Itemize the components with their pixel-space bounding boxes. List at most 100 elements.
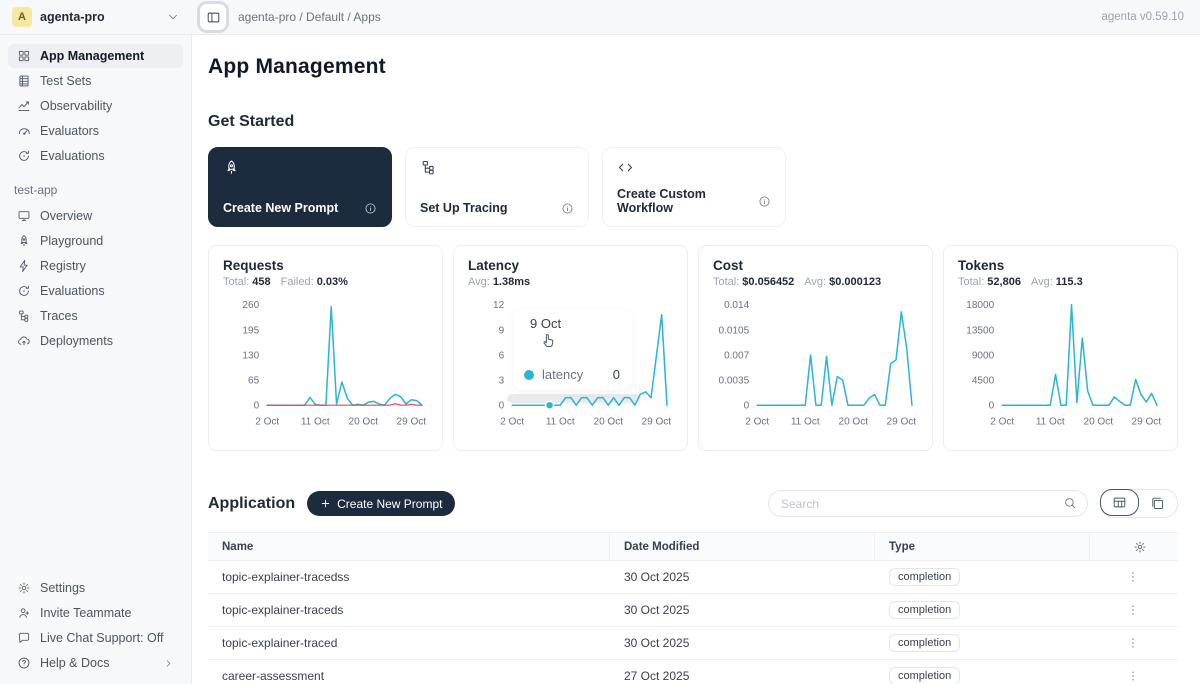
svg-text:12: 12	[493, 300, 505, 311]
table-header: Name Date Modified Type	[208, 532, 1178, 561]
svg-text:0.007: 0.007	[724, 350, 750, 361]
tokens-chart[interactable]: 04500900013500180002 Oct11 Oct20 Oct29 O…	[958, 292, 1163, 434]
sidebar-item-overview[interactable]: Overview	[8, 204, 183, 228]
stat-value: 1.38ms	[493, 276, 530, 288]
column-header-date-modified[interactable]: Date Modified	[610, 533, 875, 560]
sidebar-toggle-button[interactable]	[200, 4, 226, 30]
card-view-button[interactable]	[1138, 490, 1177, 517]
table-row[interactable]: topic-explainer-tracedss30 Oct 2025compl…	[208, 561, 1178, 594]
workspace-switcher[interactable]: A agenta-pro	[0, 0, 192, 34]
rocket-icon	[17, 234, 31, 248]
svg-text:4500: 4500	[972, 376, 995, 387]
table-row[interactable]: career-assessment27 Oct 2025completion	[208, 660, 1178, 684]
stat-label: Avg:	[1031, 276, 1053, 288]
chevron-right-icon	[163, 658, 174, 669]
table-body: topic-explainer-tracedss30 Oct 2025compl…	[208, 561, 1178, 684]
stat-value: $0.056452	[742, 276, 794, 288]
svg-text:20 Oct: 20 Oct	[348, 416, 378, 427]
chat-icon	[17, 631, 31, 645]
create-new-prompt-button[interactable]: Create New Prompt	[307, 491, 455, 516]
sidebar-bottom-nav: SettingsInvite TeammateLive Chat Support…	[8, 575, 183, 676]
get-started-cards: Create New Prompt Set Up Tracing Create …	[208, 147, 1178, 227]
kebab-menu-icon[interactable]	[1090, 570, 1176, 584]
breadcrumb[interactable]: agenta-pro / Default / Apps	[238, 10, 381, 24]
sidebar-item-help-docs[interactable]: Help & Docs	[8, 651, 183, 675]
app-name: topic-explainer-traced	[208, 636, 610, 650]
table-view-button[interactable]	[1100, 489, 1139, 516]
plus-icon	[320, 498, 331, 509]
sidebar-item-registry[interactable]: Registry	[8, 254, 183, 278]
svg-text:20 Oct: 20 Oct	[1083, 416, 1113, 427]
sidebar-item-evaluations[interactable]: Evaluations	[8, 144, 183, 168]
sidebar-item-evaluations[interactable]: Evaluations	[8, 279, 183, 303]
metric-stats: Total:458Failed:0.03%	[223, 276, 428, 288]
card-label: Create New Prompt	[223, 201, 338, 215]
sidebar: App ManagementTest SetsObservabilityEval…	[0, 35, 192, 684]
view-toggle	[1100, 489, 1178, 518]
kebab-menu-icon[interactable]	[1090, 636, 1176, 650]
svg-text:11 Oct: 11 Oct	[1036, 416, 1065, 427]
search-input[interactable]	[768, 490, 1088, 517]
monitor-icon	[17, 209, 31, 223]
create-new-prompt-card[interactable]: Create New Prompt	[208, 147, 392, 227]
svg-text:2 Oct: 2 Oct	[255, 416, 279, 427]
create-custom-workflow-card[interactable]: Create Custom Workflow	[602, 147, 786, 227]
svg-text:195: 195	[242, 325, 259, 336]
sidebar-item-evaluators[interactable]: Evaluators	[8, 119, 183, 143]
sidebar-item-label: Registry	[40, 259, 86, 273]
info-icon[interactable]	[364, 202, 377, 215]
info-icon[interactable]	[561, 202, 574, 215]
workspace-avatar: A	[12, 7, 32, 27]
sidebar-item-test-sets[interactable]: Test Sets	[8, 69, 183, 93]
sidebar-item-invite-teammate[interactable]: Invite Teammate	[8, 601, 183, 625]
requests-chart[interactable]: 0651301952602 Oct11 Oct20 Oct29 Oct	[223, 292, 428, 434]
table-row[interactable]: topic-explainer-traced30 Oct 2025complet…	[208, 627, 1178, 660]
type-badge: completion	[889, 568, 960, 586]
svg-text:20 Oct: 20 Oct	[593, 416, 623, 427]
refresh-icon	[17, 284, 31, 298]
gauge-icon	[17, 124, 31, 138]
app-type-cell: completion	[875, 568, 1090, 586]
app-type-cell: completion	[875, 601, 1090, 619]
metric-stats: Total:52,806Avg:115.3	[958, 276, 1163, 288]
stat-value: 458	[252, 276, 270, 288]
sidebar-item-label: Help & Docs	[40, 656, 109, 670]
app-name: topic-explainer-traceds	[208, 603, 610, 617]
column-header-actions	[1090, 533, 1176, 560]
latency-chart[interactable]: 0369122 Oct11 Oct20 Oct29 Oct	[468, 292, 673, 434]
kebab-menu-icon[interactable]	[1090, 603, 1176, 617]
table-row[interactable]: topic-explainer-traceds30 Oct 2025comple…	[208, 594, 1178, 627]
stat-value: 0.03%	[317, 276, 348, 288]
svg-text:65: 65	[248, 376, 260, 387]
svg-text:0: 0	[744, 401, 750, 412]
sidebar-item-app-management[interactable]: App Management	[8, 44, 183, 68]
application-header: Application Create New Prompt	[208, 489, 1178, 518]
sidebar-item-deployments[interactable]: Deployments	[8, 329, 183, 353]
kebab-menu-icon[interactable]	[1090, 669, 1176, 683]
column-header-type[interactable]: Type	[875, 533, 1090, 560]
card-label: Set Up Tracing	[420, 201, 508, 215]
column-header-name[interactable]: Name	[208, 533, 610, 560]
search-icon[interactable]	[1063, 496, 1077, 510]
cost-chart[interactable]: 00.00350.0070.01050.0142 Oct11 Oct20 Oct…	[713, 292, 918, 434]
svg-text:2 Oct: 2 Oct	[500, 416, 524, 427]
info-icon[interactable]	[758, 195, 771, 208]
gear-icon[interactable]	[1133, 540, 1147, 554]
set-up-tracing-card[interactable]: Set Up Tracing	[405, 147, 589, 227]
svg-text:11 Oct: 11 Oct	[791, 416, 820, 427]
sidebar-item-live-chat-support-off[interactable]: Live Chat Support: Off	[8, 626, 183, 650]
sidebar-item-settings[interactable]: Settings	[8, 576, 183, 600]
app-name: topic-explainer-tracedss	[208, 570, 610, 584]
sidebar-item-label: Test Sets	[40, 74, 91, 88]
create-new-prompt-button-label: Create New Prompt	[337, 497, 442, 511]
user-plus-icon	[17, 606, 31, 620]
chart-line-icon	[17, 99, 31, 113]
sidebar-item-playground[interactable]: Playground	[8, 229, 183, 253]
metric-stats: Total:$0.056452Avg:$0.000123	[713, 276, 918, 288]
stat-value: 52,806	[987, 276, 1021, 288]
bolt-icon	[17, 259, 31, 273]
svg-text:0.014: 0.014	[724, 300, 750, 311]
sidebar-item-traces[interactable]: Traces	[8, 304, 183, 328]
sidebar-main-nav: App ManagementTest SetsObservabilityEval…	[8, 43, 183, 169]
sidebar-item-observability[interactable]: Observability	[8, 94, 183, 118]
